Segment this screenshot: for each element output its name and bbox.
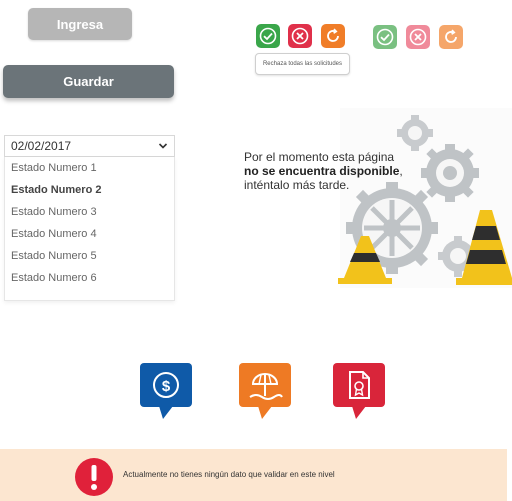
approve-all-button[interactable] [256, 24, 280, 48]
ingresa-button[interactable]: Ingresa [28, 8, 132, 40]
dropdown-option[interactable]: Estado Numero 3 [5, 201, 174, 223]
approve-button-disabled[interactable] [373, 25, 397, 49]
alert-icon [75, 458, 113, 496]
banner-text: Actualmente no tienes ningún dato que va… [123, 470, 335, 479]
dropdown-option[interactable]: Estado Numero 4 [5, 223, 174, 245]
message-line-2-bold: no se encuentra disponible [244, 164, 400, 178]
message-line-1: Por el momento esta página [244, 150, 395, 164]
message-line-2: no se encuentra disponible, [244, 164, 403, 178]
document-bubble-icon[interactable] [332, 362, 386, 420]
maintenance-illustration [338, 108, 512, 288]
reject-tooltip: Rechaza todas las solicitudes [255, 53, 350, 75]
refresh-icon [327, 28, 339, 42]
date-select-value: 02/02/2017 [11, 139, 72, 153]
dropdown-list: Estado Numero 1 Estado Numero 2 Estado N… [4, 157, 175, 301]
money-bubble-icon[interactable]: $ [139, 362, 193, 420]
close-icon [291, 27, 309, 45]
dropdown-option[interactable]: Estado Numero 1 [5, 157, 174, 179]
reject-all-button[interactable] [288, 24, 312, 48]
check-icon [259, 27, 277, 45]
dropdown-option[interactable]: Estado Numero 6 [5, 267, 174, 289]
unavailable-message: Por el momento esta página no se encuent… [244, 150, 403, 192]
dropdown-option[interactable]: Estado Numero 5 [5, 245, 174, 267]
refresh-button-disabled[interactable] [439, 25, 463, 49]
refresh-button[interactable] [321, 24, 345, 48]
reject-button-disabled[interactable] [406, 25, 430, 49]
guardar-button[interactable]: Guardar [3, 65, 174, 98]
chevron-down-icon [158, 143, 168, 149]
check-icon [376, 28, 394, 46]
message-line-3: inténtalo más tarde. [244, 178, 350, 192]
message-line-2-suffix: , [399, 164, 403, 178]
close-icon [409, 28, 427, 46]
svg-text:$: $ [162, 378, 171, 395]
dropdown-option-selected[interactable]: Estado Numero 2 [5, 179, 174, 201]
refresh-icon [445, 29, 457, 43]
date-select[interactable]: 02/02/2017 [4, 135, 175, 157]
beach-bubble-icon[interactable] [238, 362, 292, 420]
